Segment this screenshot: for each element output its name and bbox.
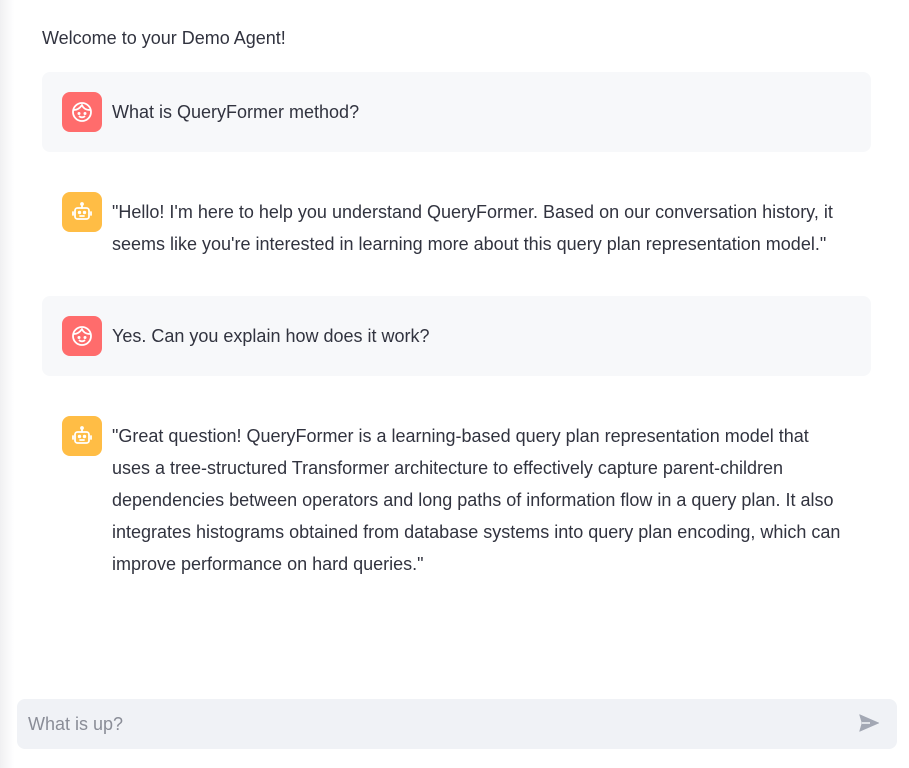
send-button[interactable] <box>849 704 889 744</box>
user-face-icon <box>62 316 102 356</box>
chat-message-assistant: "Great question! QueryFormer is a learni… <box>42 396 871 600</box>
message-text: Yes. Can you explain how does it work? <box>112 326 430 346</box>
message-text: "Great question! QueryFormer is a learni… <box>112 426 841 574</box>
chat-input-container <box>17 699 897 749</box>
chat-input[interactable] <box>17 699 849 749</box>
user-face-icon <box>62 92 102 132</box>
welcome-text: Welcome to your Demo Agent! <box>42 28 286 48</box>
chat-message-assistant: "Hello! I'm here to help you understand … <box>42 172 871 280</box>
sidebar-edge <box>0 0 14 768</box>
chat-message-user: Yes. Can you explain how does it work? <box>42 296 871 376</box>
robot-icon <box>62 192 102 232</box>
send-icon <box>857 711 881 738</box>
message-text: What is QueryFormer method? <box>112 102 360 122</box>
chat-message-user: What is QueryFormer method? <box>42 72 871 152</box>
message-text: "Hello! I'm here to help you understand … <box>112 202 833 254</box>
robot-icon <box>62 416 102 456</box>
